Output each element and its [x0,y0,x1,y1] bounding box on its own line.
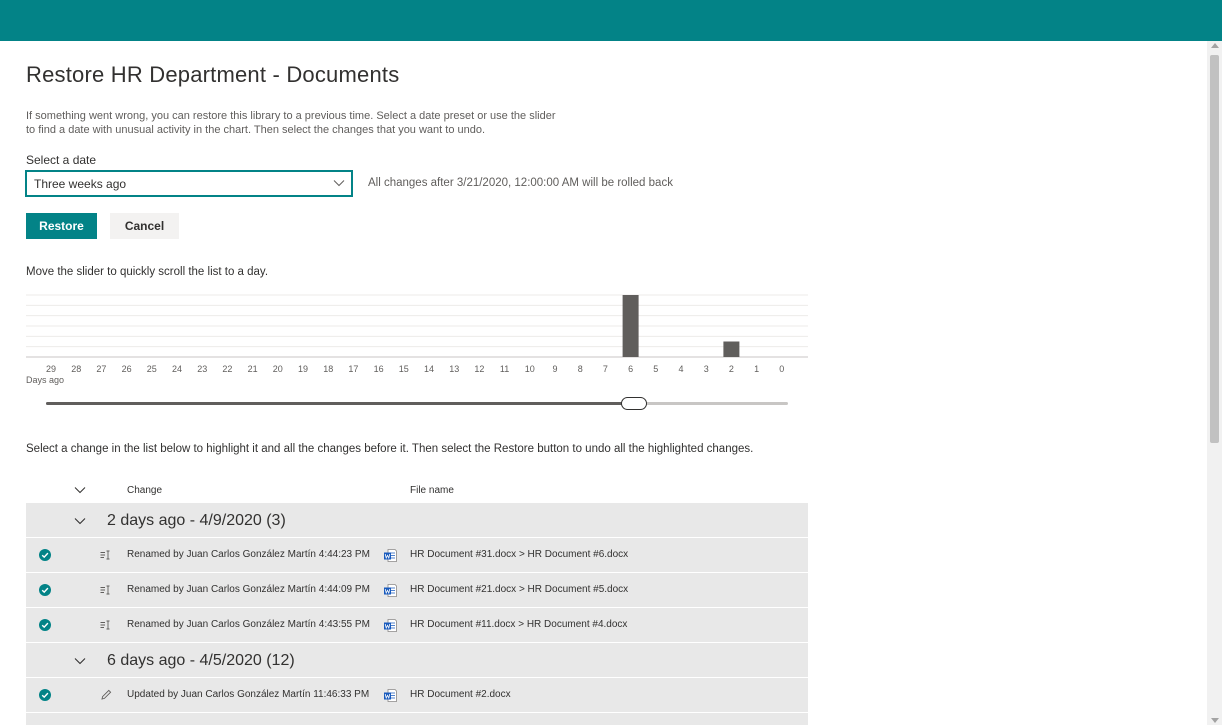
list-header: Change File name [26,478,808,503]
file-name: HR Document #11.docx > HR Document #4.do… [410,619,628,630]
date-select-label: Select a date [26,153,97,167]
word-document-icon [384,549,397,562]
file-name: HR Document #31.docx > HR Document #6.do… [410,549,629,560]
x-tick-label: 6 [628,364,633,374]
x-tick-label: 25 [147,364,157,374]
slider-hint: Move the slider to quickly scroll the li… [26,266,269,278]
list-hint: Select a change in the list below to hig… [26,443,754,455]
x-tick-label: 29 [46,364,56,374]
word-document-icon [384,689,397,702]
slider-filled-track [46,402,635,405]
x-tick-label: 22 [222,364,232,374]
group-title: 2 days ago - 4/9/2020 (3) [107,512,286,529]
page-title: Restore HR Department - Documents [26,62,400,87]
rename-icon [100,620,110,630]
rename-icon [100,585,110,595]
selected-check-icon[interactable] [39,584,51,596]
selected-check-icon[interactable] [39,619,51,631]
x-tick-label: 9 [552,364,557,374]
x-tick-label: 21 [248,364,258,374]
scroll-down-arrow-icon[interactable] [1211,718,1219,723]
scroll-up-arrow-icon[interactable] [1211,43,1219,48]
rename-icon [100,550,110,560]
x-tick-label: 11 [500,364,509,374]
change-description: Renamed by Juan Carlos González Martín 4… [127,619,370,630]
edit-icon [101,689,112,700]
date-dropdown[interactable]: Three weeks ago [25,170,353,197]
x-tick-label: 17 [348,364,358,374]
x-tick-label: 4 [678,364,683,374]
x-tick-label: 2 [729,364,734,374]
scrollbar-thumb[interactable] [1210,55,1219,443]
file-name: HR Document #2.docx [410,689,511,700]
x-axis-label: Days ago [26,375,65,385]
x-tick-label: 26 [122,364,132,374]
change-row[interactable]: Renamed by Juan Carlos González Martín 4… [26,573,808,608]
x-tick-label: 23 [197,364,207,374]
x-tick-label: 14 [424,364,434,374]
change-row[interactable]: Renamed by Juan Carlos González Martín 4… [26,608,808,643]
x-tick-label: 12 [474,364,484,374]
rollback-note: All changes after 3/21/2020, 12:00:00 AM… [368,177,673,189]
chevron-down-icon[interactable] [74,655,86,667]
chevron-down-icon[interactable] [74,515,86,527]
column-header-change[interactable]: Change [127,485,162,496]
activity-chart: 29 28 27 26 25 24 23 22 21 20 19 18 17 16 15 14 13 12 11 10… [26,294,808,374]
word-document-icon [384,619,397,632]
x-tick-label: 1 [754,364,759,374]
cancel-button[interactable]: Cancel [110,213,179,239]
chevron-down-icon [333,180,345,187]
x-tick-label: 0 [779,364,784,374]
x-tick-label: 8 [578,364,583,374]
change-description: Renamed by Juan Carlos González Martín 4… [127,549,370,560]
column-header-file-name[interactable]: File name [410,485,454,496]
x-tick-label: 27 [96,364,106,374]
x-tick-label: 16 [374,364,384,374]
activity-bar[interactable] [622,295,639,357]
x-tick-label: 20 [273,364,283,374]
intro-text: If something went wrong, you can restore… [26,110,556,136]
slider-thumb[interactable] [621,397,648,410]
x-tick-label: 13 [449,364,459,374]
change-row[interactable]: Renamed by Juan Carlos González Martín 4… [26,538,808,573]
group-header[interactable]: 6 days ago - 4/5/2020 (12) [26,643,808,678]
x-tick-label: 15 [399,364,409,374]
x-tick-label: 5 [653,364,658,374]
group-header[interactable]: 2 days ago - 4/9/2020 (3) [26,503,808,538]
activity-bar[interactable] [723,341,740,358]
x-tick-label: 3 [704,364,709,374]
word-document-icon [384,584,397,597]
change-description: Renamed by Juan Carlos González Martín 4… [127,584,370,595]
selected-check-icon[interactable] [39,689,51,701]
x-tick-label: 10 [525,364,535,374]
changes-list: Change File name 2 days ago - 4/9/2020 (… [26,478,808,725]
group-title: 6 days ago - 4/5/2020 (12) [107,652,295,669]
day-slider[interactable] [46,396,788,412]
change-row[interactable] [26,713,808,725]
date-dropdown-value: Three weeks ago [34,177,127,191]
selected-check-icon[interactable] [39,549,51,561]
x-tick-label: 24 [172,364,182,374]
collapse-all-chevron-icon[interactable] [74,484,86,496]
x-tick-label: 7 [603,364,608,374]
suite-header-bar [0,0,1222,41]
page-scrollbar[interactable] [1207,41,1222,725]
change-description: Updated by Juan Carlos González Martín 1… [127,689,370,700]
file-name: HR Document #21.docx > HR Document #5.do… [410,584,629,595]
change-row[interactable]: Updated by Juan Carlos González Martín 1… [26,678,808,713]
restore-button[interactable]: Restore [26,213,97,239]
x-tick-label: 18 [323,364,333,374]
x-tick-label: 19 [298,364,308,374]
x-tick-label: 28 [71,364,81,374]
